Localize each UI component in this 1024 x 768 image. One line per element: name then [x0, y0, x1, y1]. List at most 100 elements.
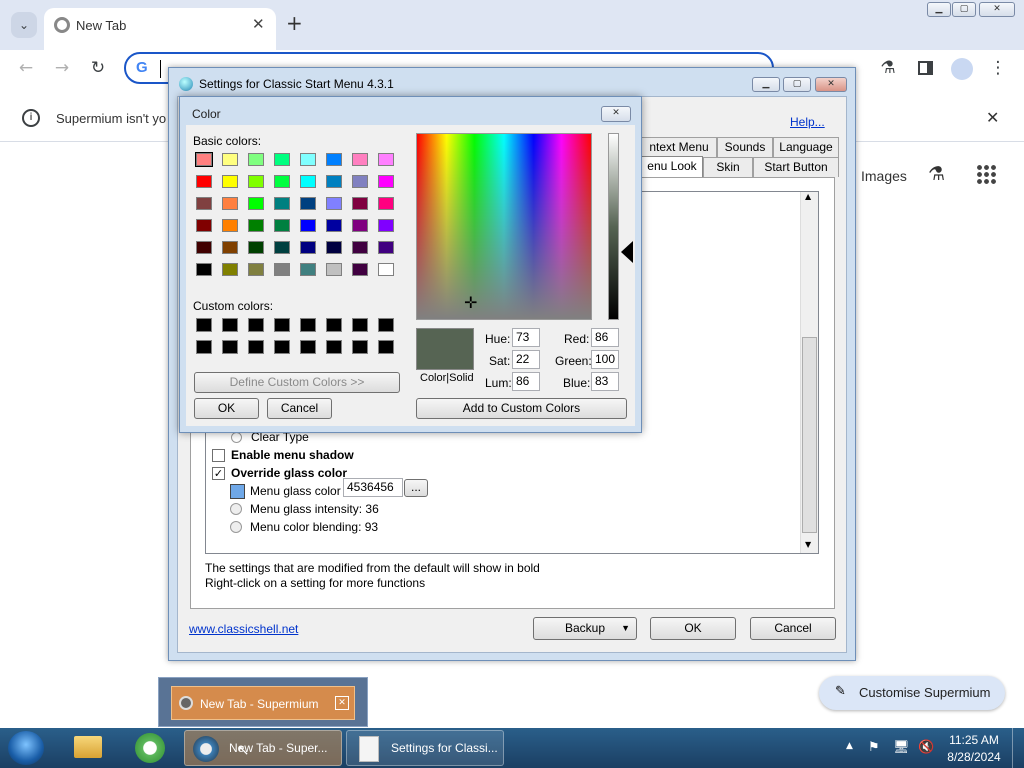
basic-color-swatch[interactable] — [196, 175, 212, 188]
basic-color-swatch[interactable] — [378, 219, 394, 232]
taskbar-item-browser[interactable]: New Tab - Super... ↖ — [184, 730, 342, 766]
volume-muted-icon[interactable]: 🔇 — [918, 740, 934, 755]
basic-color-swatch[interactable] — [300, 219, 316, 232]
basic-color-swatch[interactable] — [222, 175, 238, 188]
basic-color-swatch[interactable] — [378, 175, 394, 188]
thumbnail-item[interactable]: New Tab - Supermium ✕ — [171, 686, 355, 720]
close-window-button[interactable]: ✕ — [979, 2, 1015, 17]
taskbar-thumbnail[interactable]: New Tab - Supermium ✕ — [158, 677, 368, 727]
tab-sounds[interactable]: Sounds — [717, 137, 773, 157]
tab-language[interactable]: Language — [773, 137, 839, 157]
custom-color-swatch[interactable] — [300, 340, 316, 354]
basic-color-swatch[interactable] — [274, 241, 290, 254]
backup-button[interactable]: Backup ▼ — [533, 617, 637, 640]
hue-input[interactable]: 73 — [512, 328, 540, 347]
minimize-button[interactable]: ▁ — [927, 2, 951, 17]
luminance-slider[interactable] — [608, 133, 619, 320]
custom-color-swatch[interactable] — [248, 340, 264, 354]
basic-color-swatch[interactable] — [248, 153, 264, 166]
color-dialog-close-button[interactable]: ✕ — [601, 106, 631, 122]
clock-date[interactable]: 8/28/2024 — [944, 750, 1004, 764]
basic-color-swatch[interactable] — [196, 263, 212, 276]
basic-color-swatch[interactable] — [352, 219, 368, 232]
back-icon[interactable]: ← — [14, 56, 38, 80]
basic-color-swatch[interactable] — [274, 263, 290, 276]
glass-color-browse-button[interactable]: ... — [404, 479, 428, 497]
basic-color-swatch[interactable] — [248, 175, 264, 188]
basic-color-swatch[interactable] — [274, 219, 290, 232]
custom-color-swatch[interactable] — [248, 318, 264, 332]
basic-color-swatch[interactable] — [300, 263, 316, 276]
tab-context-menu[interactable]: ntext Menu — [641, 137, 717, 157]
basic-color-swatch[interactable] — [378, 153, 394, 166]
explorer-icon[interactable] — [74, 736, 102, 758]
settings-maximize-button[interactable]: ▢ — [783, 77, 811, 92]
close-tab-icon[interactable]: ✕ — [252, 15, 265, 33]
basic-color-swatch[interactable] — [248, 241, 264, 254]
blue-input[interactable]: 83 — [591, 372, 619, 391]
green-input[interactable]: 100 — [591, 350, 619, 369]
basic-color-swatch[interactable] — [300, 241, 316, 254]
basic-color-swatch[interactable] — [352, 153, 368, 166]
glass-color-input[interactable]: 4536456 — [343, 478, 403, 497]
clear-type-radio[interactable] — [231, 432, 242, 443]
basic-color-swatch[interactable] — [378, 263, 394, 276]
basic-color-swatch[interactable] — [352, 263, 368, 276]
custom-color-swatch[interactable] — [222, 340, 238, 354]
profile-avatar[interactable] — [951, 58, 973, 80]
basic-color-swatch[interactable] — [300, 175, 316, 188]
override-glass-checkbox[interactable]: ✓ — [212, 467, 225, 480]
basic-color-swatch[interactable] — [248, 219, 264, 232]
red-input[interactable]: 86 — [591, 328, 619, 347]
basic-color-swatch[interactable] — [300, 197, 316, 210]
scroll-up-icon[interactable]: ▲ — [805, 192, 811, 201]
basic-color-swatch[interactable] — [274, 153, 290, 166]
define-custom-colors-button[interactable]: Define Custom Colors >> — [194, 372, 400, 393]
apps-grid-icon[interactable] — [976, 164, 996, 184]
scroll-down-icon[interactable]: ▼ — [805, 540, 811, 549]
basic-color-swatch[interactable] — [326, 153, 342, 166]
reload-icon[interactable]: ↻ — [86, 56, 110, 80]
basic-color-swatch[interactable] — [196, 219, 212, 232]
tab-search-button[interactable]: ⌄ — [11, 12, 37, 38]
vertical-scrollbar[interactable]: ▲ ▼ — [800, 192, 818, 553]
basic-color-swatch[interactable] — [222, 153, 238, 166]
basic-color-swatch[interactable] — [352, 175, 368, 188]
new-tab-button[interactable]: + — [286, 11, 303, 35]
color-spectrum[interactable]: ✛ — [416, 133, 592, 320]
basic-color-swatch[interactable] — [248, 197, 264, 210]
show-desktop-button[interactable] — [1012, 728, 1024, 768]
tab-start-button[interactable]: Start Button — [753, 157, 839, 177]
clock-time[interactable]: 11:25 AM — [948, 733, 1000, 747]
settings-ok-button[interactable]: OK — [650, 617, 736, 640]
tab-new-tab[interactable]: New Tab ✕ — [44, 8, 276, 50]
basic-color-swatch[interactable] — [352, 197, 368, 210]
basic-color-swatch[interactable] — [378, 197, 394, 210]
color-ok-button[interactable]: OK — [194, 398, 259, 419]
basic-color-swatch[interactable] — [196, 197, 212, 210]
custom-color-swatch[interactable] — [196, 318, 212, 332]
close-infobar-icon[interactable]: ✕ — [986, 108, 999, 127]
tab-skin[interactable]: Skin — [703, 157, 753, 177]
custom-color-swatch[interactable] — [274, 318, 290, 332]
basic-color-swatch[interactable] — [222, 197, 238, 210]
basic-color-swatch[interactable] — [326, 219, 342, 232]
custom-color-swatch[interactable] — [352, 318, 368, 332]
luminance-arrow-icon[interactable] — [621, 241, 633, 263]
action-center-flag-icon[interactable]: ⚑ — [868, 740, 880, 755]
basic-color-swatch[interactable] — [300, 153, 316, 166]
basic-color-swatch[interactable] — [222, 263, 238, 276]
show-hidden-icons[interactable]: ▲ — [846, 741, 853, 751]
settings-cancel-button[interactable]: Cancel — [750, 617, 836, 640]
basic-color-swatch[interactable] — [352, 241, 368, 254]
custom-color-swatch[interactable] — [196, 340, 212, 354]
basic-color-swatch[interactable] — [222, 219, 238, 232]
custom-color-swatch[interactable] — [222, 318, 238, 332]
basic-color-swatch[interactable] — [222, 241, 238, 254]
custom-color-swatch[interactable] — [326, 340, 342, 354]
basic-color-swatch[interactable] — [326, 263, 342, 276]
labs-icon[interactable]: ⚗ — [876, 56, 900, 80]
sat-input[interactable]: 22 — [512, 350, 540, 369]
basic-color-swatch[interactable] — [248, 263, 264, 276]
custom-color-swatch[interactable] — [352, 340, 368, 354]
